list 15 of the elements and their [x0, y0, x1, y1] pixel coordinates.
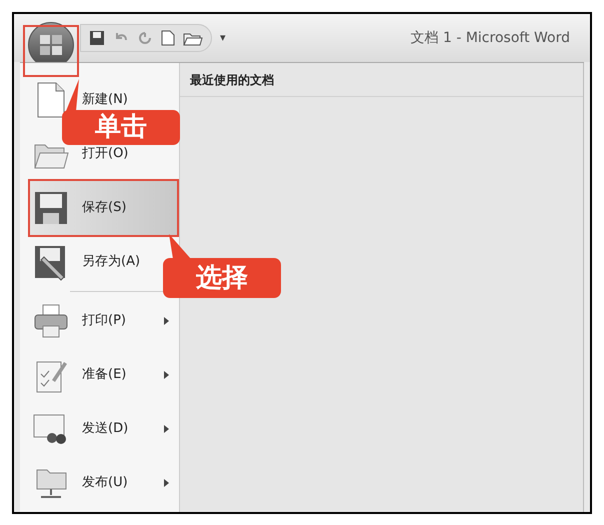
- menu-item[interactable]: 发布(U): [30, 456, 177, 510]
- highlight-frame: [23, 25, 79, 77]
- callout-pointer: [66, 79, 80, 111]
- office-logo-icon: [38, 32, 64, 58]
- callout-tooltip: 单击: [62, 110, 180, 145]
- callout-pointer: [169, 234, 191, 259]
- save-icon[interactable]: [89, 30, 105, 46]
- printer-icon: [32, 302, 70, 340]
- menu-item[interactable]: 发送(D): [30, 402, 177, 456]
- menu-item[interactable]: 保存(S): [30, 181, 177, 235]
- window-title: 文档 1 - Microsoft Word: [410, 28, 570, 48]
- new-document-icon[interactable]: [161, 30, 175, 46]
- recent-documents-header: 最近使用的文档: [180, 63, 583, 97]
- customize-toolbar-arrow[interactable]: ▾: [220, 30, 226, 46]
- menu-item[interactable]: 准备(E): [30, 348, 177, 402]
